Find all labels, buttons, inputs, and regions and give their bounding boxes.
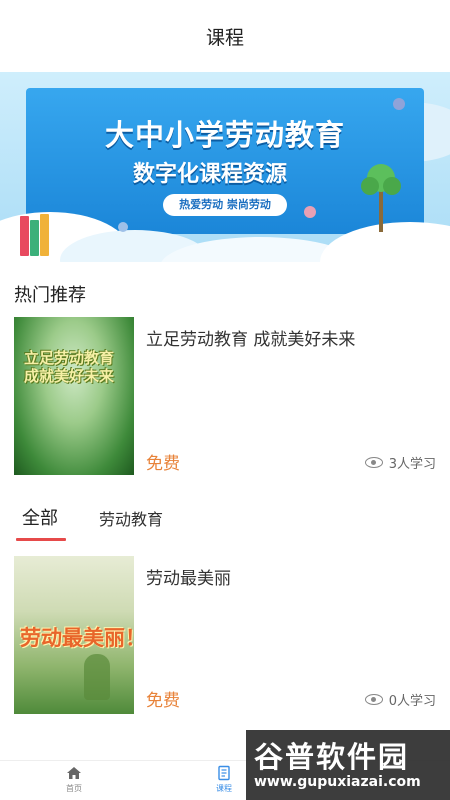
- hot-course-card[interactable]: 立足劳动教育 成就美好未来 立足劳动教育 成就美好未来 免费 3人学习: [14, 317, 436, 475]
- books-illustration: [20, 214, 56, 256]
- learner-count-text: 3人学习: [388, 457, 436, 472]
- page-title: 课程: [205, 26, 244, 49]
- book-icon: [218, 765, 230, 781]
- course-thumbnail: 劳动最美丽！: [14, 556, 134, 714]
- learner-count-text: 0人学习: [388, 694, 436, 709]
- nav-home[interactable]: 首页: [44, 765, 104, 794]
- hot-section-title: 热门推荐: [14, 285, 86, 306]
- nav-courses[interactable]: 课程: [194, 765, 254, 794]
- course-thumbnail: 立足劳动教育 成就美好未来: [14, 317, 134, 475]
- home-icon: [67, 767, 81, 779]
- watermark-url: www.gupuxiazai.com: [254, 774, 421, 790]
- page-header: 课程: [0, 0, 450, 72]
- tab-all[interactable]: 全部: [22, 504, 58, 530]
- thumbnail-text: 劳动最美丽！: [20, 626, 134, 650]
- course-price: 免费: [146, 454, 180, 474]
- watermark-logo-text: 谷普软件园: [254, 740, 410, 774]
- decor-ball: [118, 222, 128, 232]
- nav-home-label: 首页: [66, 784, 82, 793]
- learner-count: 3人学习: [364, 453, 436, 472]
- thumbnail-text: 成就美好未来: [24, 367, 115, 385]
- eye-icon: [364, 694, 383, 705]
- category-tabs: 全部 劳动教育: [0, 496, 450, 542]
- course-title: 劳动最美丽: [146, 569, 231, 589]
- course-price: 免费: [146, 691, 180, 711]
- eye-icon: [364, 457, 383, 468]
- banner-slogan: 热爱劳动 崇尚劳动: [163, 194, 287, 216]
- banner-title: 大中小学劳动教育: [104, 118, 345, 152]
- course-card[interactable]: 劳动最美丽！ 劳动最美丽 免费 0人学习: [14, 556, 436, 714]
- nav-courses-label: 课程: [216, 784, 232, 793]
- tab-labor-education[interactable]: 劳动教育: [99, 506, 163, 530]
- course-title: 立足劳动教育 成就美好未来: [146, 330, 356, 350]
- tree-illustration: [361, 164, 401, 232]
- active-tab-indicator: [16, 538, 66, 541]
- banner[interactable]: 大中小学劳动教育 数字化课程资源 热爱劳动 崇尚劳动: [0, 72, 450, 262]
- decor-ball: [393, 98, 405, 110]
- decor-ball: [304, 206, 316, 218]
- watermark: 谷普软件园 www.gupuxiazai.com: [246, 730, 450, 800]
- learner-count: 0人学习: [364, 690, 436, 709]
- thumbnail-figure: [84, 654, 110, 700]
